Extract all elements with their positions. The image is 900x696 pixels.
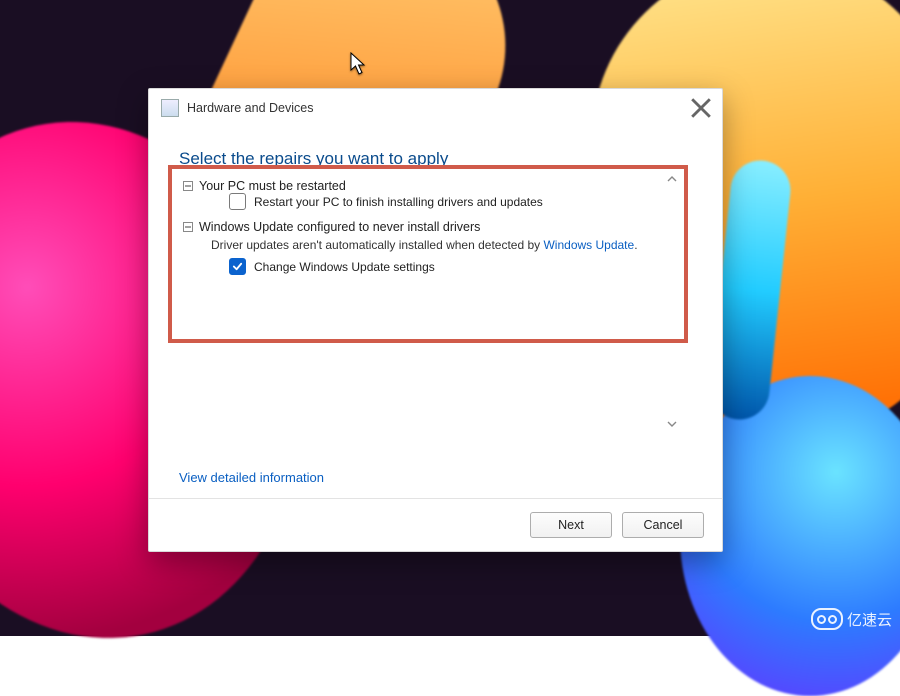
dialog-title: Hardware and Devices	[187, 101, 313, 115]
cancel-button[interactable]: Cancel	[622, 512, 704, 538]
watermark-logo-icon	[811, 608, 843, 630]
repair-checkbox[interactable]	[229, 193, 246, 210]
collapse-toggle[interactable]	[183, 222, 193, 232]
repair-description: Driver updates aren't automatically inst…	[211, 238, 681, 252]
repair-action-label[interactable]: Restart your PC to finish installing dri…	[254, 195, 543, 209]
repair-item: Windows Update configured to never insta…	[183, 220, 681, 275]
close-icon	[690, 97, 712, 119]
repair-checkbox[interactable]	[229, 258, 246, 275]
watermark-text: 亿速云	[847, 609, 892, 630]
repair-item: Your PC must be restarted Restart your P…	[183, 179, 681, 210]
next-button[interactable]: Next	[530, 512, 612, 538]
page-heading: Select the repairs you want to apply	[179, 149, 448, 169]
minus-icon	[183, 181, 193, 191]
scroll-up-icon[interactable]	[664, 171, 679, 186]
minus-icon	[183, 222, 193, 232]
windows-update-link[interactable]: Windows Update	[543, 238, 634, 252]
titlebar: Hardware and Devices	[149, 89, 722, 123]
scroll-down-icon[interactable]	[664, 416, 679, 431]
check-icon	[232, 261, 243, 272]
repairs-list: Your PC must be restarted Restart your P…	[173, 171, 681, 431]
desc-text: .	[634, 238, 637, 252]
view-detailed-info-link[interactable]: View detailed information	[179, 470, 324, 485]
dialog-footer: Next Cancel	[149, 498, 722, 551]
repair-title[interactable]: Your PC must be restarted	[199, 179, 346, 193]
repair-title[interactable]: Windows Update configured to never insta…	[199, 220, 480, 234]
repair-action-label[interactable]: Change Windows Update settings	[254, 260, 435, 274]
app-icon	[161, 99, 179, 117]
watermark: 亿速云	[811, 608, 892, 630]
close-button[interactable]	[690, 97, 712, 119]
desc-text: Driver updates aren't automatically inst…	[211, 238, 543, 252]
collapse-toggle[interactable]	[183, 181, 193, 191]
mouse-cursor-icon	[350, 52, 368, 76]
troubleshooter-dialog: Hardware and Devices Select the repairs …	[148, 88, 723, 552]
